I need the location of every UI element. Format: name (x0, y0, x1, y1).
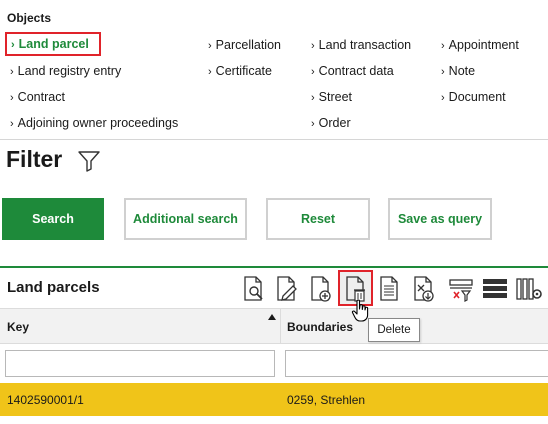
hand-cursor-icon (351, 299, 371, 328)
funnel-icon[interactable] (77, 149, 101, 178)
additional-search-button[interactable]: Additional search (124, 198, 247, 240)
document-add-icon[interactable] (308, 274, 334, 304)
chevron-right-icon: › (441, 40, 445, 52)
chevron-right-icon: › (441, 92, 445, 104)
sort-ascending-icon[interactable] (268, 314, 276, 320)
reset-button[interactable]: Reset (266, 198, 370, 240)
chevron-right-icon: › (10, 118, 14, 130)
grid-title: Land parcels (7, 279, 100, 296)
chevron-right-icon: › (208, 40, 212, 52)
chevron-right-icon: › (311, 118, 315, 130)
document-list-icon[interactable] (377, 274, 403, 304)
column-header-boundaries[interactable]: Boundaries (287, 320, 353, 334)
object-link-label: Land parcel (18, 37, 89, 51)
column-settings-icon[interactable] (516, 274, 542, 304)
column-header-key[interactable]: Key (7, 320, 29, 334)
object-link-label: Contract data (318, 64, 394, 78)
object-link-order[interactable]: › Order (311, 116, 351, 130)
save-as-query-button[interactable]: Save as query (388, 198, 492, 240)
object-link-label: Adjoining owner proceedings (17, 116, 179, 130)
chevron-right-icon: › (10, 92, 14, 104)
chevron-right-icon: › (441, 66, 445, 78)
object-link-label: Document (448, 90, 506, 104)
object-link-label: Land transaction (318, 38, 412, 52)
object-link-contract-data[interactable]: › Contract data (311, 64, 394, 78)
rows-view-icon[interactable] (482, 274, 508, 304)
chevron-right-icon: › (311, 66, 315, 78)
objects-heading: Objects (7, 11, 52, 25)
object-link-contract[interactable]: › Contract (10, 90, 65, 104)
chevron-right-icon: › (10, 66, 14, 78)
object-link-note[interactable]: › Note (441, 64, 475, 78)
object-link-label: Street (318, 90, 353, 104)
boundaries-filter-input[interactable] (285, 350, 548, 377)
object-link-label: Order (318, 116, 351, 130)
cell-key: 1402590001/1 (7, 393, 84, 407)
object-link-land-registry-entry[interactable]: › Land registry entry (10, 64, 121, 78)
object-link-appointment[interactable]: › Appointment (441, 38, 519, 52)
search-button[interactable]: Search (2, 198, 104, 240)
chevron-right-icon: › (208, 66, 212, 78)
object-link-parcellation[interactable]: › Parcellation (208, 38, 281, 52)
document-search-icon[interactable] (241, 274, 267, 304)
column-divider[interactable] (280, 308, 281, 344)
object-link-land-parcel[interactable]: › Land parcel (5, 32, 101, 56)
chevron-right-icon: › (11, 39, 15, 51)
document-edit-icon[interactable] (274, 274, 300, 304)
section-divider (0, 139, 548, 140)
delete-tooltip: Delete (368, 318, 420, 342)
key-filter-input[interactable] (5, 350, 275, 377)
object-link-label: Land registry entry (17, 64, 122, 78)
filter-heading: Filter (6, 146, 63, 172)
clear-filter-icon[interactable] (448, 274, 474, 304)
chevron-right-icon: › (311, 40, 315, 52)
cell-boundaries: 0259, Strehlen (287, 393, 366, 407)
object-link-land-transaction[interactable]: › Land transaction (311, 38, 411, 52)
object-link-label: Note (448, 64, 476, 78)
object-link-street[interactable]: › Street (311, 90, 352, 104)
object-link-label: Appointment (448, 38, 519, 52)
object-link-adjoining-owner-proceedings[interactable]: › Adjoining owner proceedings (10, 116, 178, 130)
object-link-document[interactable]: › Document (441, 90, 506, 104)
object-link-label: Contract (17, 90, 65, 104)
object-link-certificate[interactable]: › Certificate (208, 64, 272, 78)
chevron-right-icon: › (311, 92, 315, 104)
document-export-icon[interactable] (411, 274, 437, 304)
object-link-label: Parcellation (215, 38, 281, 52)
object-link-label: Certificate (215, 64, 272, 78)
